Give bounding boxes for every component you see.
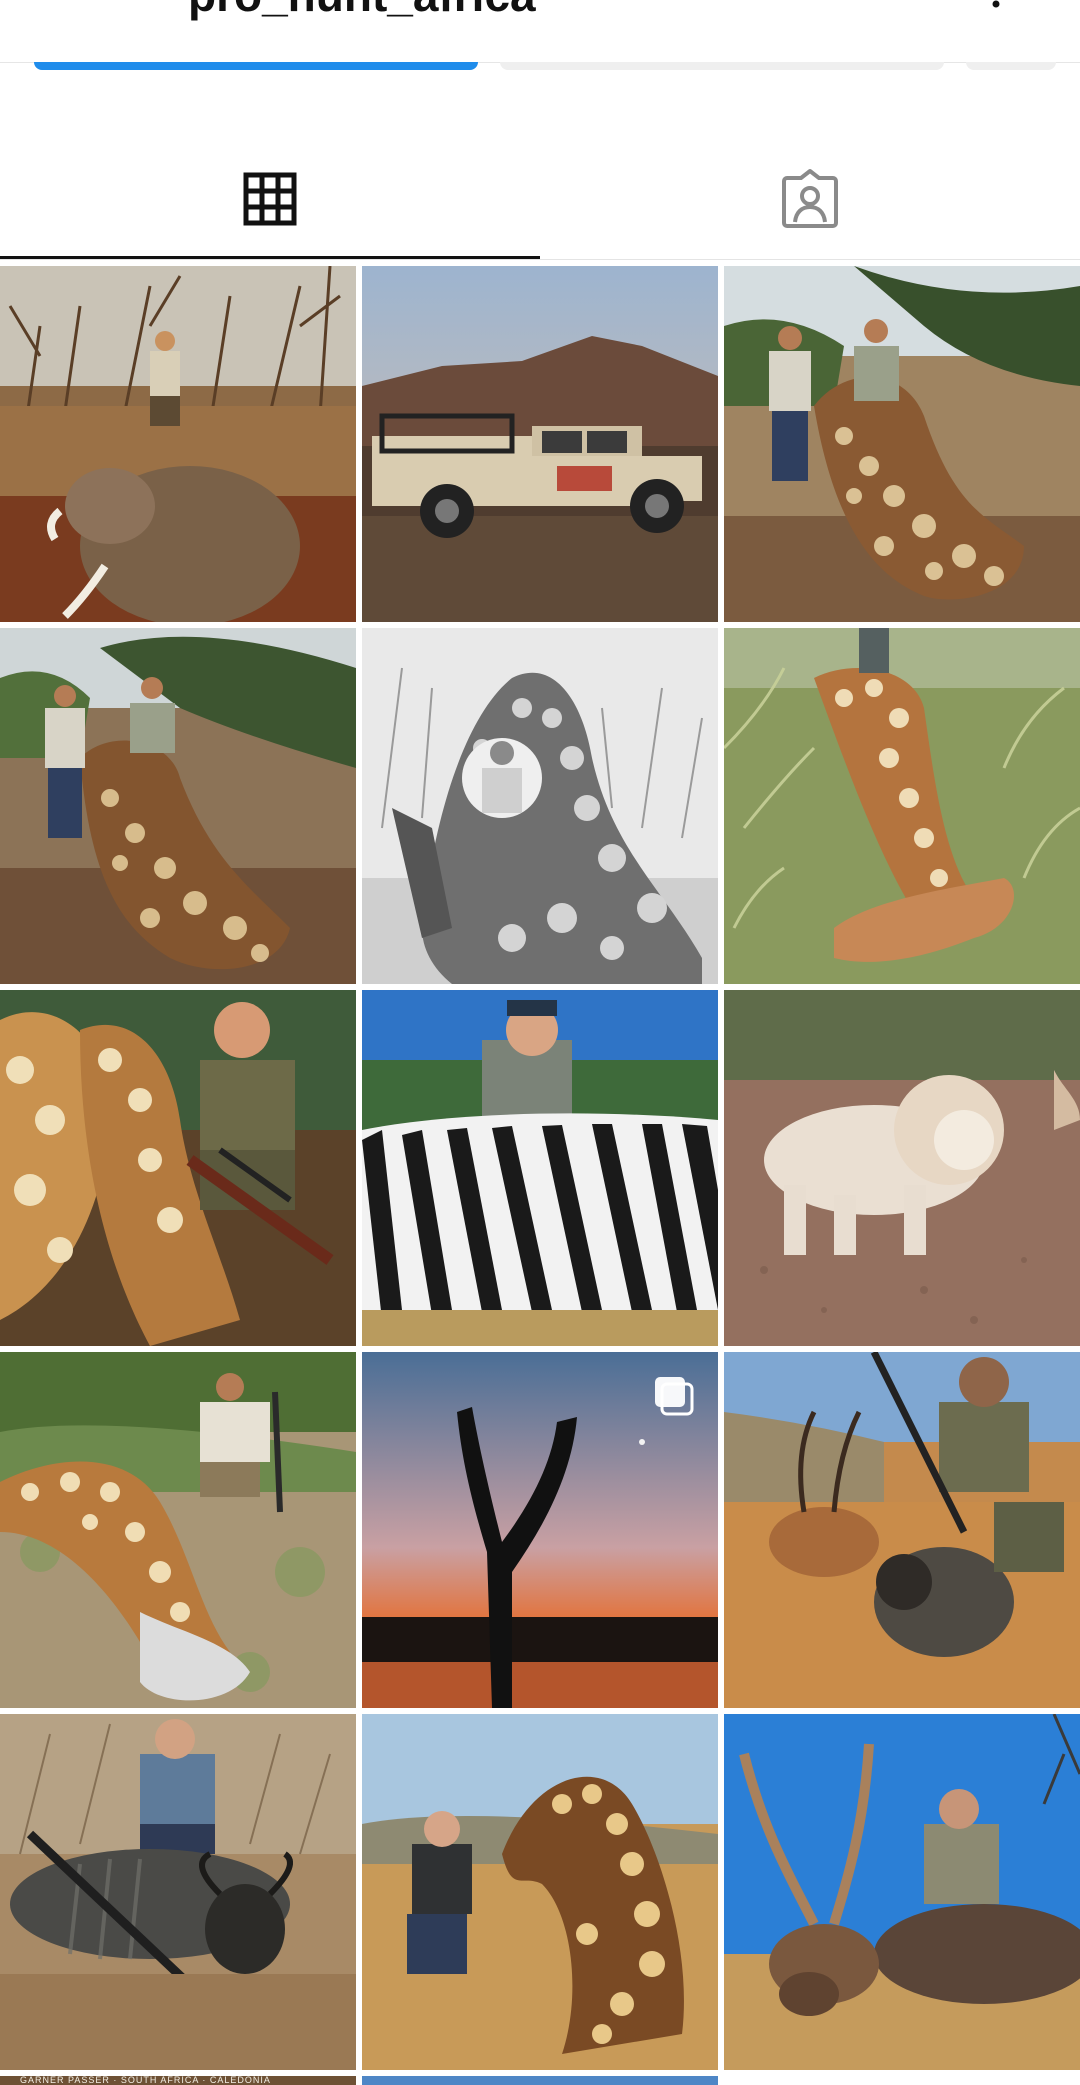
- action-buttons-strip: [0, 62, 1080, 74]
- profile-page: pro_hunt_africa: [0, 0, 1080, 2085]
- multiple-photos-icon: [655, 1377, 694, 1416]
- post-thumbnail: [724, 628, 1080, 984]
- post-thumbnail: [724, 1352, 1080, 1708]
- secondary-action-button[interactable]: [500, 62, 944, 70]
- post-tile-wildebeest[interactable]: [0, 1714, 356, 2070]
- grid-icon: [243, 172, 297, 226]
- post-tile-partial[interactable]: [362, 2076, 718, 2085]
- post-thumbnail: [362, 1714, 718, 2070]
- post-tile-giraffe-rifle[interactable]: [0, 990, 356, 1346]
- post-thumbnail: [362, 990, 718, 1346]
- primary-action-button[interactable]: [34, 62, 478, 70]
- post-thumbnail: [362, 628, 718, 984]
- post-thumbnail: [362, 266, 718, 622]
- post-tile-truck[interactable]: [362, 266, 718, 622]
- post-tile-sunset-tree[interactable]: [362, 1352, 718, 1708]
- post-tile-elephant[interactable]: [0, 266, 356, 622]
- profile-header: pro_hunt_africa: [0, 0, 1080, 63]
- post-tile-giraffe-hunters[interactable]: [724, 266, 1080, 622]
- profile-tabs: [0, 140, 1080, 260]
- post-tile-waterbuck[interactable]: [724, 1714, 1080, 2070]
- post-tile-giraffe-hunters-2[interactable]: [0, 628, 356, 984]
- post-thumbnail: [0, 266, 356, 622]
- post-thumbnail: [0, 1352, 356, 1708]
- more-vertical-icon[interactable]: [990, 0, 1002, 8]
- post-caption-banner: GARNER PASSER · SOUTH AFRICA · CALEDONIA: [0, 2076, 356, 2085]
- profile-username: pro_hunt_africa: [188, 0, 536, 22]
- post-tile-giraffe-grass[interactable]: [724, 628, 1080, 984]
- post-tile-empty: [724, 2076, 1080, 2085]
- post-thumbnail: [724, 1714, 1080, 2070]
- suggest-button[interactable]: [966, 62, 1056, 70]
- tab-tagged[interactable]: [540, 140, 1080, 258]
- post-thumbnail: [724, 990, 1080, 1346]
- post-thumbnail: [0, 1714, 356, 2070]
- post-tile-giraffe-kneeling[interactable]: [362, 1714, 718, 2070]
- posts-grid: [0, 266, 1080, 2070]
- next-row-peek: GARNER PASSER · SOUTH AFRICA · CALEDONIA: [0, 2076, 1080, 2085]
- post-thumbnail: [724, 266, 1080, 622]
- post-tile-giraffe-bush[interactable]: [0, 1352, 356, 1708]
- post-thumbnail: [0, 990, 356, 1346]
- post-tile-antelope-baboon[interactable]: [724, 1352, 1080, 1708]
- post-tile-giraffe-bw[interactable]: [362, 628, 718, 984]
- tab-posts-grid[interactable]: [0, 140, 540, 258]
- arrow-left-icon[interactable]: [44, 0, 74, 4]
- post-tile-zebra[interactable]: [362, 990, 718, 1346]
- tabs-divider: [0, 259, 1080, 260]
- post-thumbnail: [0, 628, 356, 984]
- tagged-person-icon: [782, 169, 838, 228]
- post-tile-white-lion[interactable]: [724, 990, 1080, 1346]
